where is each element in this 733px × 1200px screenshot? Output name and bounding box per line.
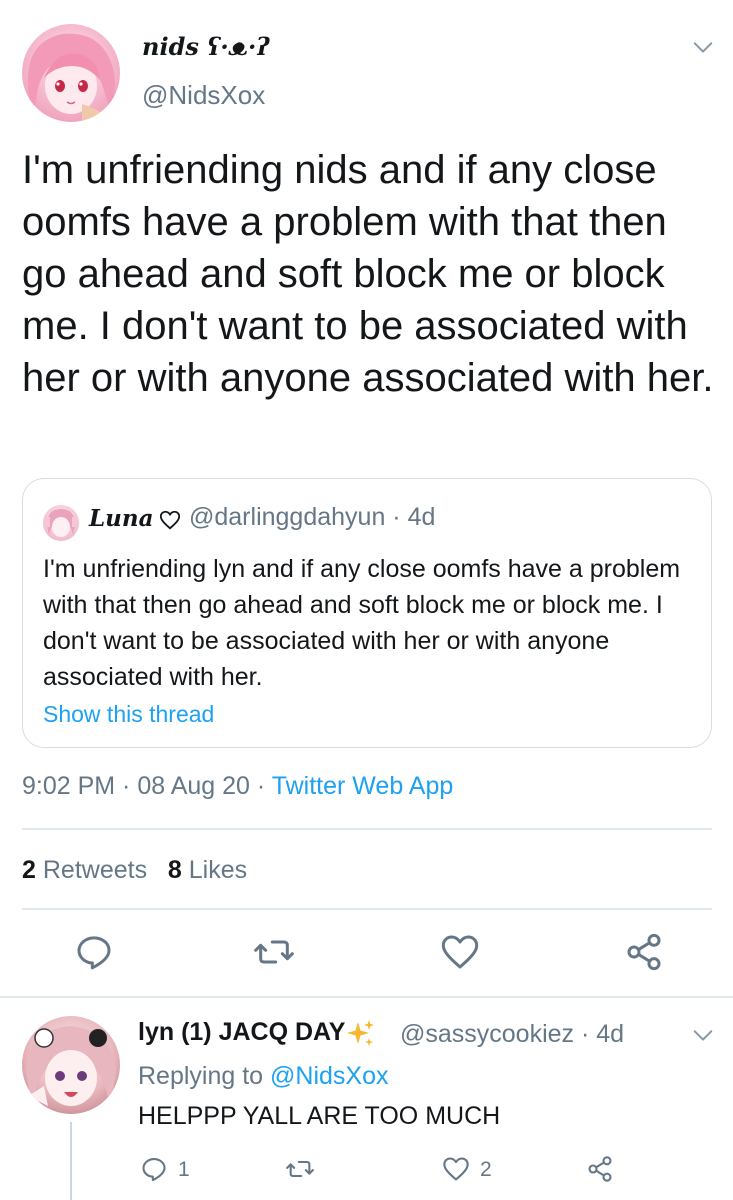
retweets-stat[interactable]: 2 Retweets: [22, 856, 147, 884]
replying-to-label: Replying to: [138, 1062, 271, 1090]
replying-to-handle[interactable]: @NidsXox: [270, 1062, 388, 1090]
share-icon: [627, 933, 661, 971]
retweet-button[interactable]: [254, 932, 294, 972]
share-button[interactable]: [624, 932, 664, 972]
divider: [22, 828, 712, 830]
heart-outline-icon: [159, 510, 181, 530]
retweet-icon: [286, 1160, 314, 1178]
like-icon: [443, 1157, 469, 1181]
reply-share-button[interactable]: [586, 1155, 614, 1183]
quoted-tweet-meta: @darlinggdahyun · 4d: [189, 503, 436, 531]
reply-reply-count: 1: [178, 1158, 190, 1181]
likes-label: Likes: [188, 856, 248, 884]
reply-reply-button[interactable]: [140, 1155, 168, 1183]
tweet-text: I'm unfriending nids and if any close oo…: [22, 148, 714, 400]
quoted-tweet-card[interactable]: Luna @darlinggdahyun · 4d I'm unfriendin…: [22, 478, 712, 748]
sparkles-icon: [347, 1020, 374, 1046]
author-display-name[interactable]: nids ʕ·ᴥ·ʔ: [142, 32, 270, 61]
reply-button[interactable]: [74, 932, 114, 972]
quoted-avatar-art: [46, 509, 76, 537]
show-thread-link[interactable]: Show this thread: [43, 701, 214, 728]
likes-stat[interactable]: 8 Likes: [168, 856, 247, 884]
reply-retweet-button[interactable]: [286, 1155, 314, 1183]
author-avatar[interactable]: [22, 24, 120, 122]
reply-icon: [77, 936, 111, 970]
reply-author-avatar[interactable]: [22, 1016, 120, 1114]
retweet-icon: [254, 940, 294, 964]
like-icon: [441, 935, 479, 969]
reply-meta: @sassycookiez · 4d: [400, 1020, 625, 1048]
reply-text: HELPPP YALL ARE TOO MUCH: [138, 1102, 501, 1130]
quoted-author-avatar: [43, 505, 79, 541]
tweet-stats: 2 Retweets 8 Likes: [22, 856, 247, 885]
tweet-detail-page: nids ʕ·ᴥ·ʔ @NidsXox I'm unfriending nids…: [0, 0, 733, 1200]
quoted-author-name: Luna: [89, 505, 154, 532]
reply-avatar-art: [26, 1026, 116, 1112]
author-avatar-art: [27, 33, 115, 122]
replying-to: Replying to @NidsXox: [138, 1062, 389, 1091]
thread-line: [70, 1122, 72, 1200]
retweets-label: Retweets: [42, 856, 148, 884]
reply-like-button[interactable]: [442, 1155, 470, 1183]
tweet-timestamp: 9:02 PM · 08 Aug 20 ·: [22, 772, 272, 800]
retweets-count: 2: [22, 856, 36, 884]
reply-icon: [142, 1158, 166, 1182]
tweet-source-link[interactable]: Twitter Web App: [272, 772, 454, 800]
chevron-down-icon[interactable]: [692, 36, 714, 58]
quoted-tweet-text: I'm unfriending lyn and if any close oom…: [43, 555, 688, 691]
chevron-down-icon[interactable]: [692, 1024, 714, 1046]
like-button[interactable]: [440, 932, 480, 972]
divider: [22, 908, 712, 910]
divider: [0, 996, 733, 998]
author-handle[interactable]: @NidsXox: [142, 80, 265, 111]
reply-like-count: 2: [480, 1158, 492, 1181]
reply-author-name[interactable]: lyn (1) JACQ DAY: [138, 1018, 345, 1047]
share-icon: [588, 1156, 612, 1182]
tweet-timestamp-row: 9:02 PM · 08 Aug 20 · Twitter Web App: [22, 772, 453, 801]
likes-count: 8: [167, 856, 182, 884]
